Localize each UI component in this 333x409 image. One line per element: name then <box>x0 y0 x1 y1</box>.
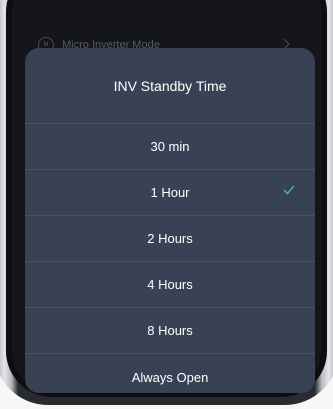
option-30-min[interactable]: 30 min <box>25 124 315 170</box>
standby-time-sheet: INV Standby Time 30 min 1 Hour 2 Hours 4… <box>25 48 315 393</box>
option-label: 30 min <box>150 139 190 154</box>
option-8-hours[interactable]: 8 Hours <box>25 308 315 354</box>
check-icon <box>283 185 295 195</box>
option-2-hours[interactable]: 2 Hours <box>25 216 315 262</box>
option-label: 1 Hour <box>150 185 190 200</box>
option-1-hour[interactable]: 1 Hour <box>25 170 315 216</box>
option-always-open[interactable]: Always Open <box>25 354 315 393</box>
option-label: 2 Hours <box>147 231 193 246</box>
app-frame: M Micro Inverter Mode INV Standby Time 3… <box>0 0 333 409</box>
option-4-hours[interactable]: 4 Hours <box>25 262 315 308</box>
option-label: Always Open <box>131 369 209 385</box>
sheet-title: INV Standby Time <box>25 48 315 124</box>
option-label: 8 Hours <box>147 323 193 338</box>
option-label: 4 Hours <box>147 277 193 292</box>
